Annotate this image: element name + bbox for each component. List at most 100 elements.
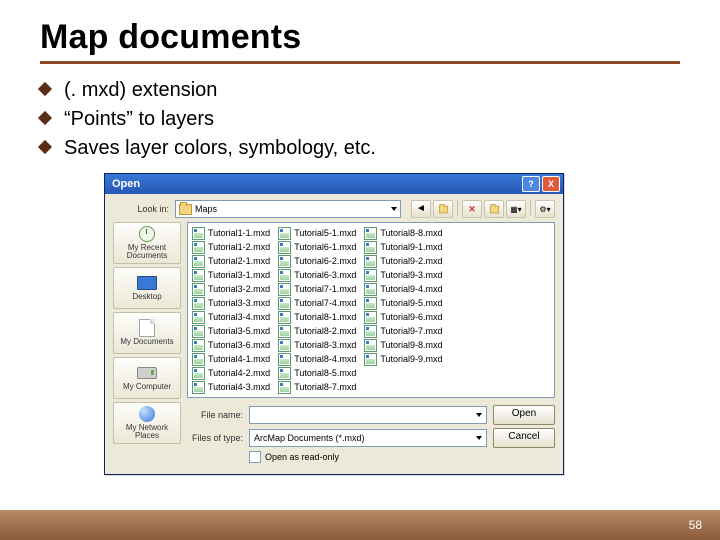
file-item[interactable]: Tutorial4-1.mxd (192, 352, 270, 366)
file-item[interactable]: Tutorial2-1.mxd (192, 254, 270, 268)
place-desktop[interactable]: Desktop (113, 267, 181, 309)
file-item[interactable]: Tutorial4-3.mxd (192, 380, 270, 394)
file-item[interactable]: Tutorial9-2.mxd (364, 254, 442, 268)
file-item[interactable]: Tutorial8-1.mxd (278, 310, 356, 324)
mxd-file-icon (192, 367, 205, 380)
new-folder-button[interactable] (484, 200, 504, 218)
back-button[interactable]: ◄ (411, 200, 431, 218)
lookin-label: Look in: (113, 204, 169, 214)
mxd-file-icon (192, 325, 205, 338)
file-name: Tutorial7-1.mxd (294, 284, 356, 294)
documents-icon (139, 319, 155, 337)
places-bar: My Recent Documents Desktop My Documents (113, 222, 181, 466)
help-button[interactable]: ? (522, 176, 540, 192)
place-label: My Computer (123, 383, 171, 391)
open-dialog: Open ? X Look in: Maps ◄ (104, 173, 564, 475)
file-item[interactable]: Tutorial9-5.mxd (364, 296, 442, 310)
mxd-file-icon (278, 367, 291, 380)
file-item[interactable]: Tutorial4-2.mxd (192, 366, 270, 380)
views-button[interactable]: ▦▾ (506, 200, 526, 218)
file-item[interactable]: Tutorial3-1.mxd (192, 268, 270, 282)
mxd-file-icon (278, 311, 291, 324)
lookin-dropdown[interactable]: Maps (175, 200, 401, 218)
file-name: Tutorial6-3.mxd (294, 270, 356, 280)
new-folder-icon (489, 205, 498, 213)
folder-icon (179, 204, 192, 215)
mxd-file-icon (364, 255, 377, 268)
file-item[interactable]: Tutorial3-2.mxd (192, 282, 270, 296)
place-recent[interactable]: My Recent Documents (113, 222, 181, 264)
filename-input[interactable] (249, 406, 487, 424)
file-item[interactable]: Tutorial9-3.mxd (364, 268, 442, 282)
file-name: Tutorial9-7.mxd (380, 326, 442, 336)
mxd-file-icon (192, 381, 205, 394)
filetype-dropdown[interactable]: ArcMap Documents (*.mxd) (249, 429, 487, 447)
mxd-file-icon (192, 241, 205, 254)
file-name: Tutorial3-5.mxd (208, 326, 270, 336)
cancel-button[interactable]: Cancel (493, 428, 555, 448)
diamond-bullet-icon (38, 140, 52, 154)
file-item[interactable]: Tutorial7-1.mxd (278, 282, 356, 296)
file-item[interactable]: Tutorial6-3.mxd (278, 268, 356, 282)
file-name: Tutorial9-1.mxd (380, 242, 442, 252)
file-name: Tutorial3-6.mxd (208, 340, 270, 350)
lookin-value: Maps (195, 204, 217, 214)
file-item[interactable]: Tutorial3-3.mxd (192, 296, 270, 310)
file-item[interactable]: Tutorial8-2.mxd (278, 324, 356, 338)
file-item[interactable]: Tutorial3-5.mxd (192, 324, 270, 338)
file-item[interactable]: Tutorial5-1.mxd (278, 226, 356, 240)
file-item[interactable]: Tutorial9-7.mxd (364, 324, 442, 338)
file-item[interactable]: Tutorial9-6.mxd (364, 310, 442, 324)
place-documents[interactable]: My Documents (113, 312, 181, 354)
slide-title: Map documents (40, 18, 680, 57)
bullet-text: (. mxd) extension (64, 76, 217, 105)
file-item[interactable]: Tutorial9-1.mxd (364, 240, 442, 254)
file-item[interactable]: Tutorial9-4.mxd (364, 282, 442, 296)
place-computer[interactable]: My Computer (113, 357, 181, 399)
recent-icon (139, 226, 155, 242)
file-name: Tutorial9-8.mxd (380, 340, 442, 350)
file-item[interactable]: Tutorial9-9.mxd (364, 352, 442, 366)
file-item[interactable]: Tutorial8-3.mxd (278, 338, 356, 352)
file-item[interactable]: Tutorial8-7.mxd (278, 380, 356, 394)
mxd-file-icon (278, 241, 291, 254)
file-item[interactable]: Tutorial7-4.mxd (278, 296, 356, 310)
file-item[interactable]: Tutorial3-6.mxd (192, 338, 270, 352)
mxd-file-icon (364, 325, 377, 338)
file-name: Tutorial1-2.mxd (208, 242, 270, 252)
file-item[interactable]: Tutorial8-4.mxd (278, 352, 356, 366)
file-item[interactable]: Tutorial1-2.mxd (192, 240, 270, 254)
file-item[interactable]: Tutorial3-4.mxd (192, 310, 270, 324)
file-name: Tutorial8-1.mxd (294, 312, 356, 322)
file-name: Tutorial6-2.mxd (294, 256, 356, 266)
file-list[interactable]: Tutorial1-1.mxd Tutorial1-2.mxd Tutorial2-… (187, 222, 555, 398)
close-button[interactable]: X (542, 176, 560, 192)
mxd-file-icon (192, 269, 205, 282)
file-name: Tutorial8-5.mxd (294, 368, 356, 378)
file-name: Tutorial2-1.mxd (208, 256, 270, 266)
file-item[interactable]: Tutorial6-1.mxd (278, 240, 356, 254)
file-item[interactable]: Tutorial8-8.mxd (364, 226, 442, 240)
tools-button[interactable]: ⚙▾ (535, 200, 555, 218)
file-item[interactable]: Tutorial1-1.mxd (192, 226, 270, 240)
views-icon: ▦▾ (510, 205, 522, 214)
file-name: Tutorial3-2.mxd (208, 284, 270, 294)
up-button[interactable] (433, 200, 453, 218)
file-name: Tutorial9-5.mxd (380, 298, 442, 308)
file-item[interactable]: Tutorial6-2.mxd (278, 254, 356, 268)
open-button[interactable]: Open (493, 405, 555, 425)
mxd-file-icon (192, 227, 205, 240)
title-rule (40, 61, 680, 64)
place-network[interactable]: My Network Places (113, 402, 181, 444)
filename-label: File name: (187, 410, 243, 420)
readonly-label: Open as read-only (265, 452, 339, 462)
mxd-file-icon (364, 227, 377, 240)
mxd-file-icon (192, 297, 205, 310)
file-item[interactable]: Tutorial9-8.mxd (364, 338, 442, 352)
bullet-item: “Points” to layers (40, 105, 680, 134)
delete-button[interactable]: ✕ (462, 200, 482, 218)
file-item[interactable]: Tutorial8-5.mxd (278, 366, 356, 380)
readonly-checkbox[interactable]: Open as read-only (249, 451, 339, 463)
toolbar-separator (457, 200, 458, 216)
mxd-file-icon (278, 269, 291, 282)
